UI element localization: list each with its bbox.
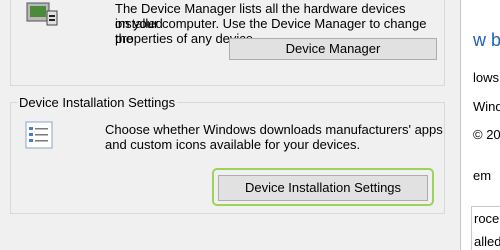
background-text-4: em bbox=[473, 168, 492, 183]
background-heading: w ba bbox=[473, 30, 500, 50]
device-manager-button[interactable]: Device Manager bbox=[229, 38, 437, 60]
background-text-2: Windo bbox=[473, 99, 500, 114]
device-manager-group: The Device Manager lists all the hardwar… bbox=[10, 0, 445, 86]
background-text-3: © 20 bbox=[473, 127, 500, 142]
device-installation-settings-button[interactable]: Device Installation Settings bbox=[218, 175, 428, 201]
system-properties-hardware-tab: The Device Manager lists all the hardwar… bbox=[0, 0, 460, 250]
background-text-6: alled bbox=[474, 234, 500, 249]
background-text-1: lows bbox=[473, 70, 500, 85]
background-box: roce alled bbox=[471, 206, 500, 250]
installation-description-line-1: Choose whether Windows downloads manufac… bbox=[105, 122, 443, 137]
background-text-5: roce bbox=[474, 211, 500, 226]
checklist-icon bbox=[25, 121, 53, 149]
background-window: w ba lows Windo © 20 em roce alled bbox=[460, 0, 500, 250]
device-manager-icon bbox=[25, 0, 59, 29]
device-installation-group-title: Device Installation Settings bbox=[17, 95, 178, 111]
installation-description-line-2: and custom icons available for your devi… bbox=[105, 137, 361, 152]
